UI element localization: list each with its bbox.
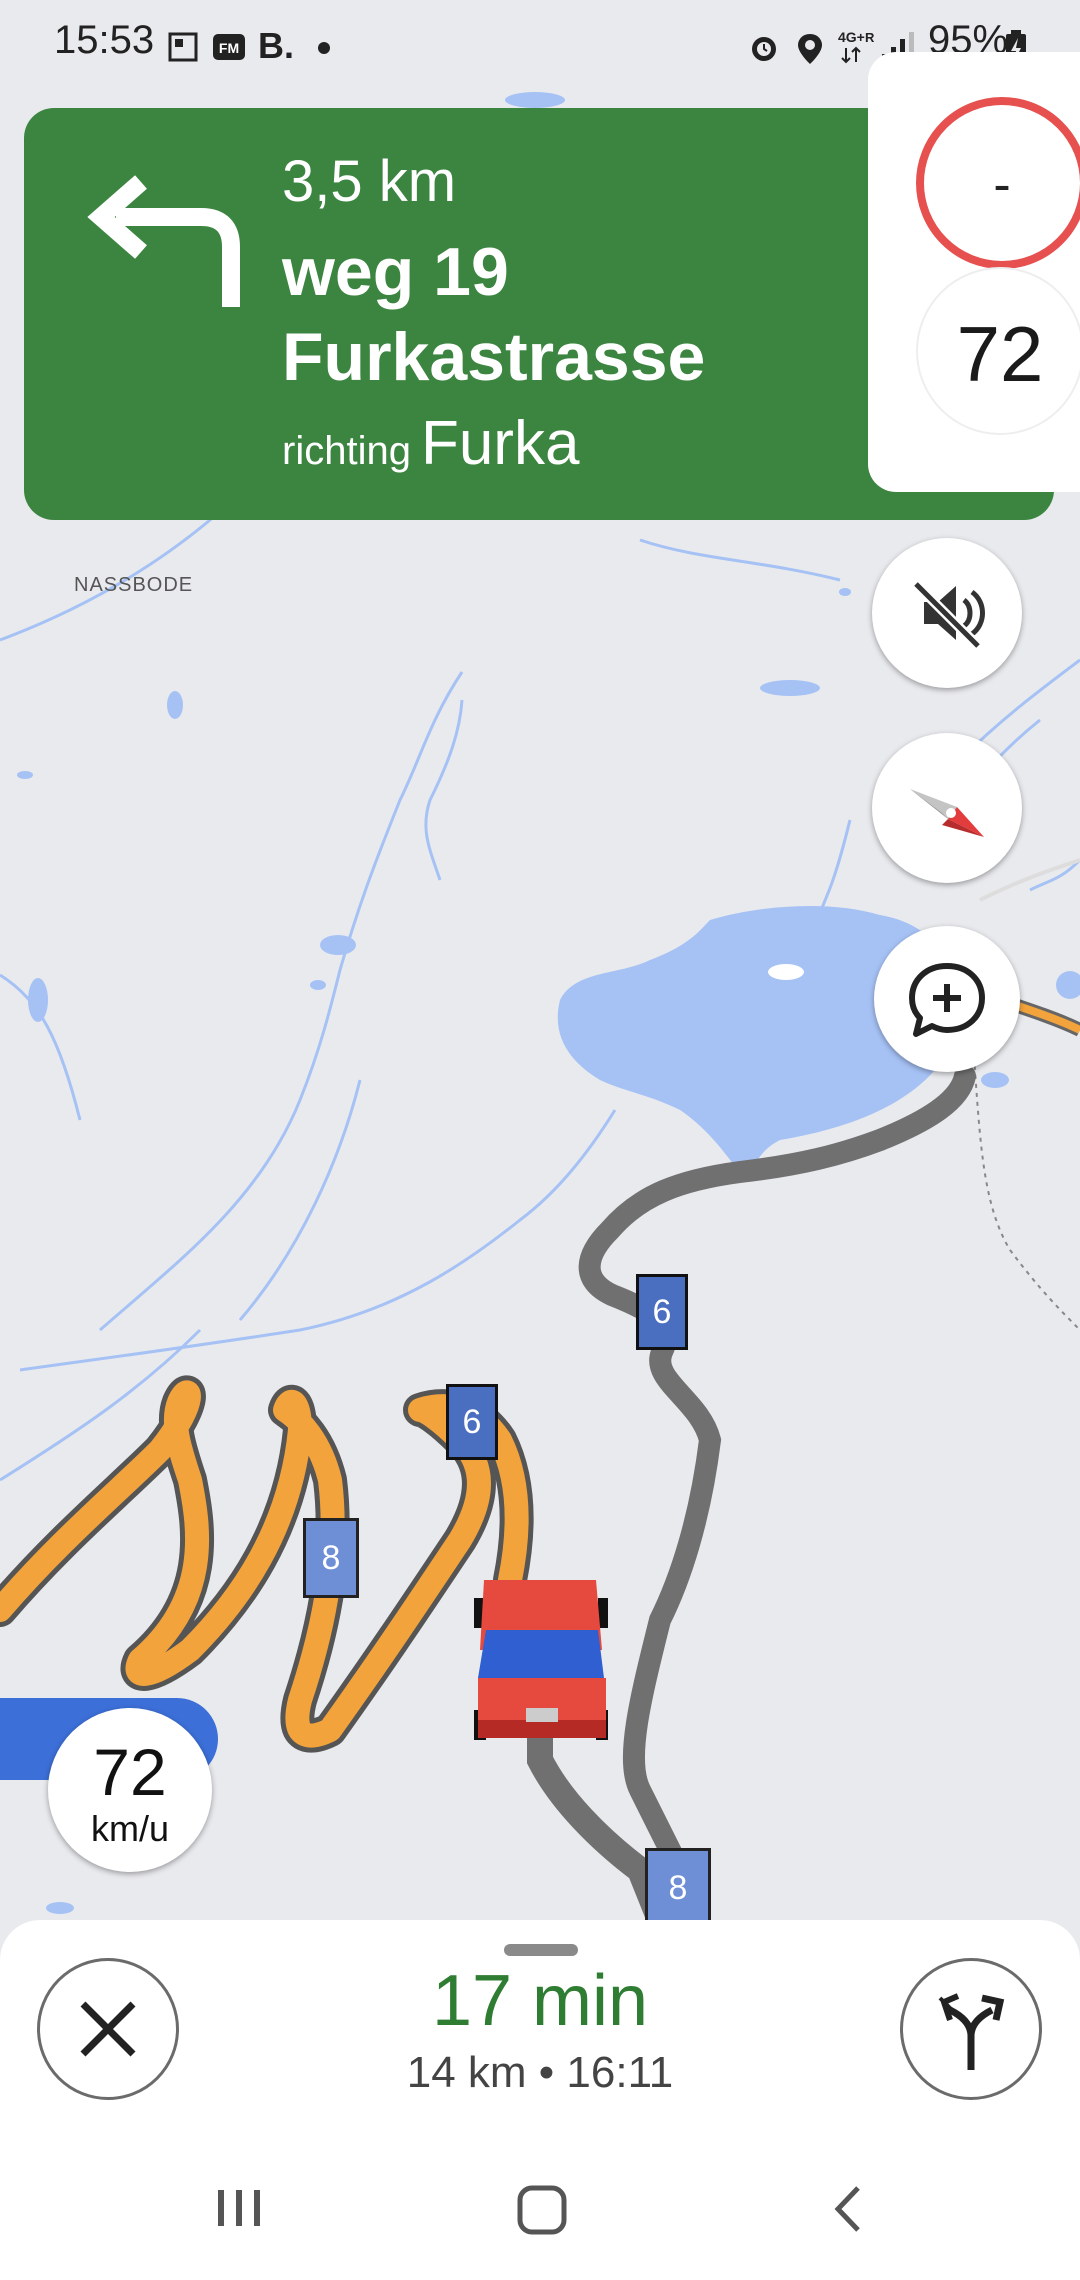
alarm-icon — [752, 37, 776, 61]
road-shield: 6 — [446, 1384, 498, 1460]
svg-text:4G+: 4G+ — [838, 29, 865, 45]
vehicle-marker — [474, 1580, 608, 1740]
add-report-icon — [909, 963, 985, 1037]
sheet-drag-handle[interactable] — [504, 1944, 578, 1956]
svg-text:B.: B. — [258, 25, 294, 64]
current-speed-value: 72 — [956, 310, 1044, 398]
notification-dot-icon — [318, 42, 330, 54]
route-options-button[interactable] — [900, 1958, 1042, 2100]
sound-off-icon — [912, 580, 985, 650]
instruction-distance: 3,5 km — [282, 149, 457, 214]
home-icon[interactable] — [516, 2184, 568, 2236]
route-options-icon — [938, 1993, 1005, 2070]
turn-left-icon — [87, 175, 240, 307]
road-shield: 8 — [303, 1518, 359, 1598]
speed-limit-value: - — [993, 156, 1011, 214]
instruction-road-number: weg 19 — [282, 234, 509, 310]
mute-button[interactable] — [872, 538, 1022, 688]
map-place-label: NASSBODE — [74, 574, 194, 596]
speedometer-unit: km/u — [90, 1808, 169, 1849]
add-report-button[interactable] — [874, 926, 1020, 1072]
speedometer-value: 72 — [93, 1735, 167, 1809]
screenshot-icon — [168, 32, 198, 62]
bol-app-icon: B. — [258, 25, 294, 64]
speed-info-panel: - 72 — [868, 52, 1080, 492]
direction-prefix: richting — [282, 429, 411, 473]
fm-radio-icon: FM — [213, 34, 245, 60]
network-4g-icon: 4G+ R — [838, 29, 875, 64]
road-shield: 8 — [645, 1848, 711, 1928]
back-icon[interactable] — [828, 2184, 868, 2234]
direction-destination: Furka — [420, 409, 580, 478]
recent-apps-icon[interactable] — [214, 2186, 264, 2230]
speed-limit-sign: - — [916, 97, 1080, 269]
location-icon — [798, 34, 822, 64]
current-speed-indicator: 72 — [916, 267, 1080, 435]
road-shield: 6 — [636, 1274, 688, 1350]
svg-text:FM: FM — [219, 40, 239, 56]
instruction-direction: richting Furka — [282, 408, 579, 479]
instruction-street-name: Furkastrasse — [282, 319, 706, 395]
compass-icon — [910, 789, 984, 837]
status-time: 15:53 — [54, 18, 155, 62]
speedometer: 72 km/u — [48, 1708, 212, 1872]
compass-button[interactable] — [872, 733, 1022, 883]
svg-text:R: R — [865, 30, 875, 45]
